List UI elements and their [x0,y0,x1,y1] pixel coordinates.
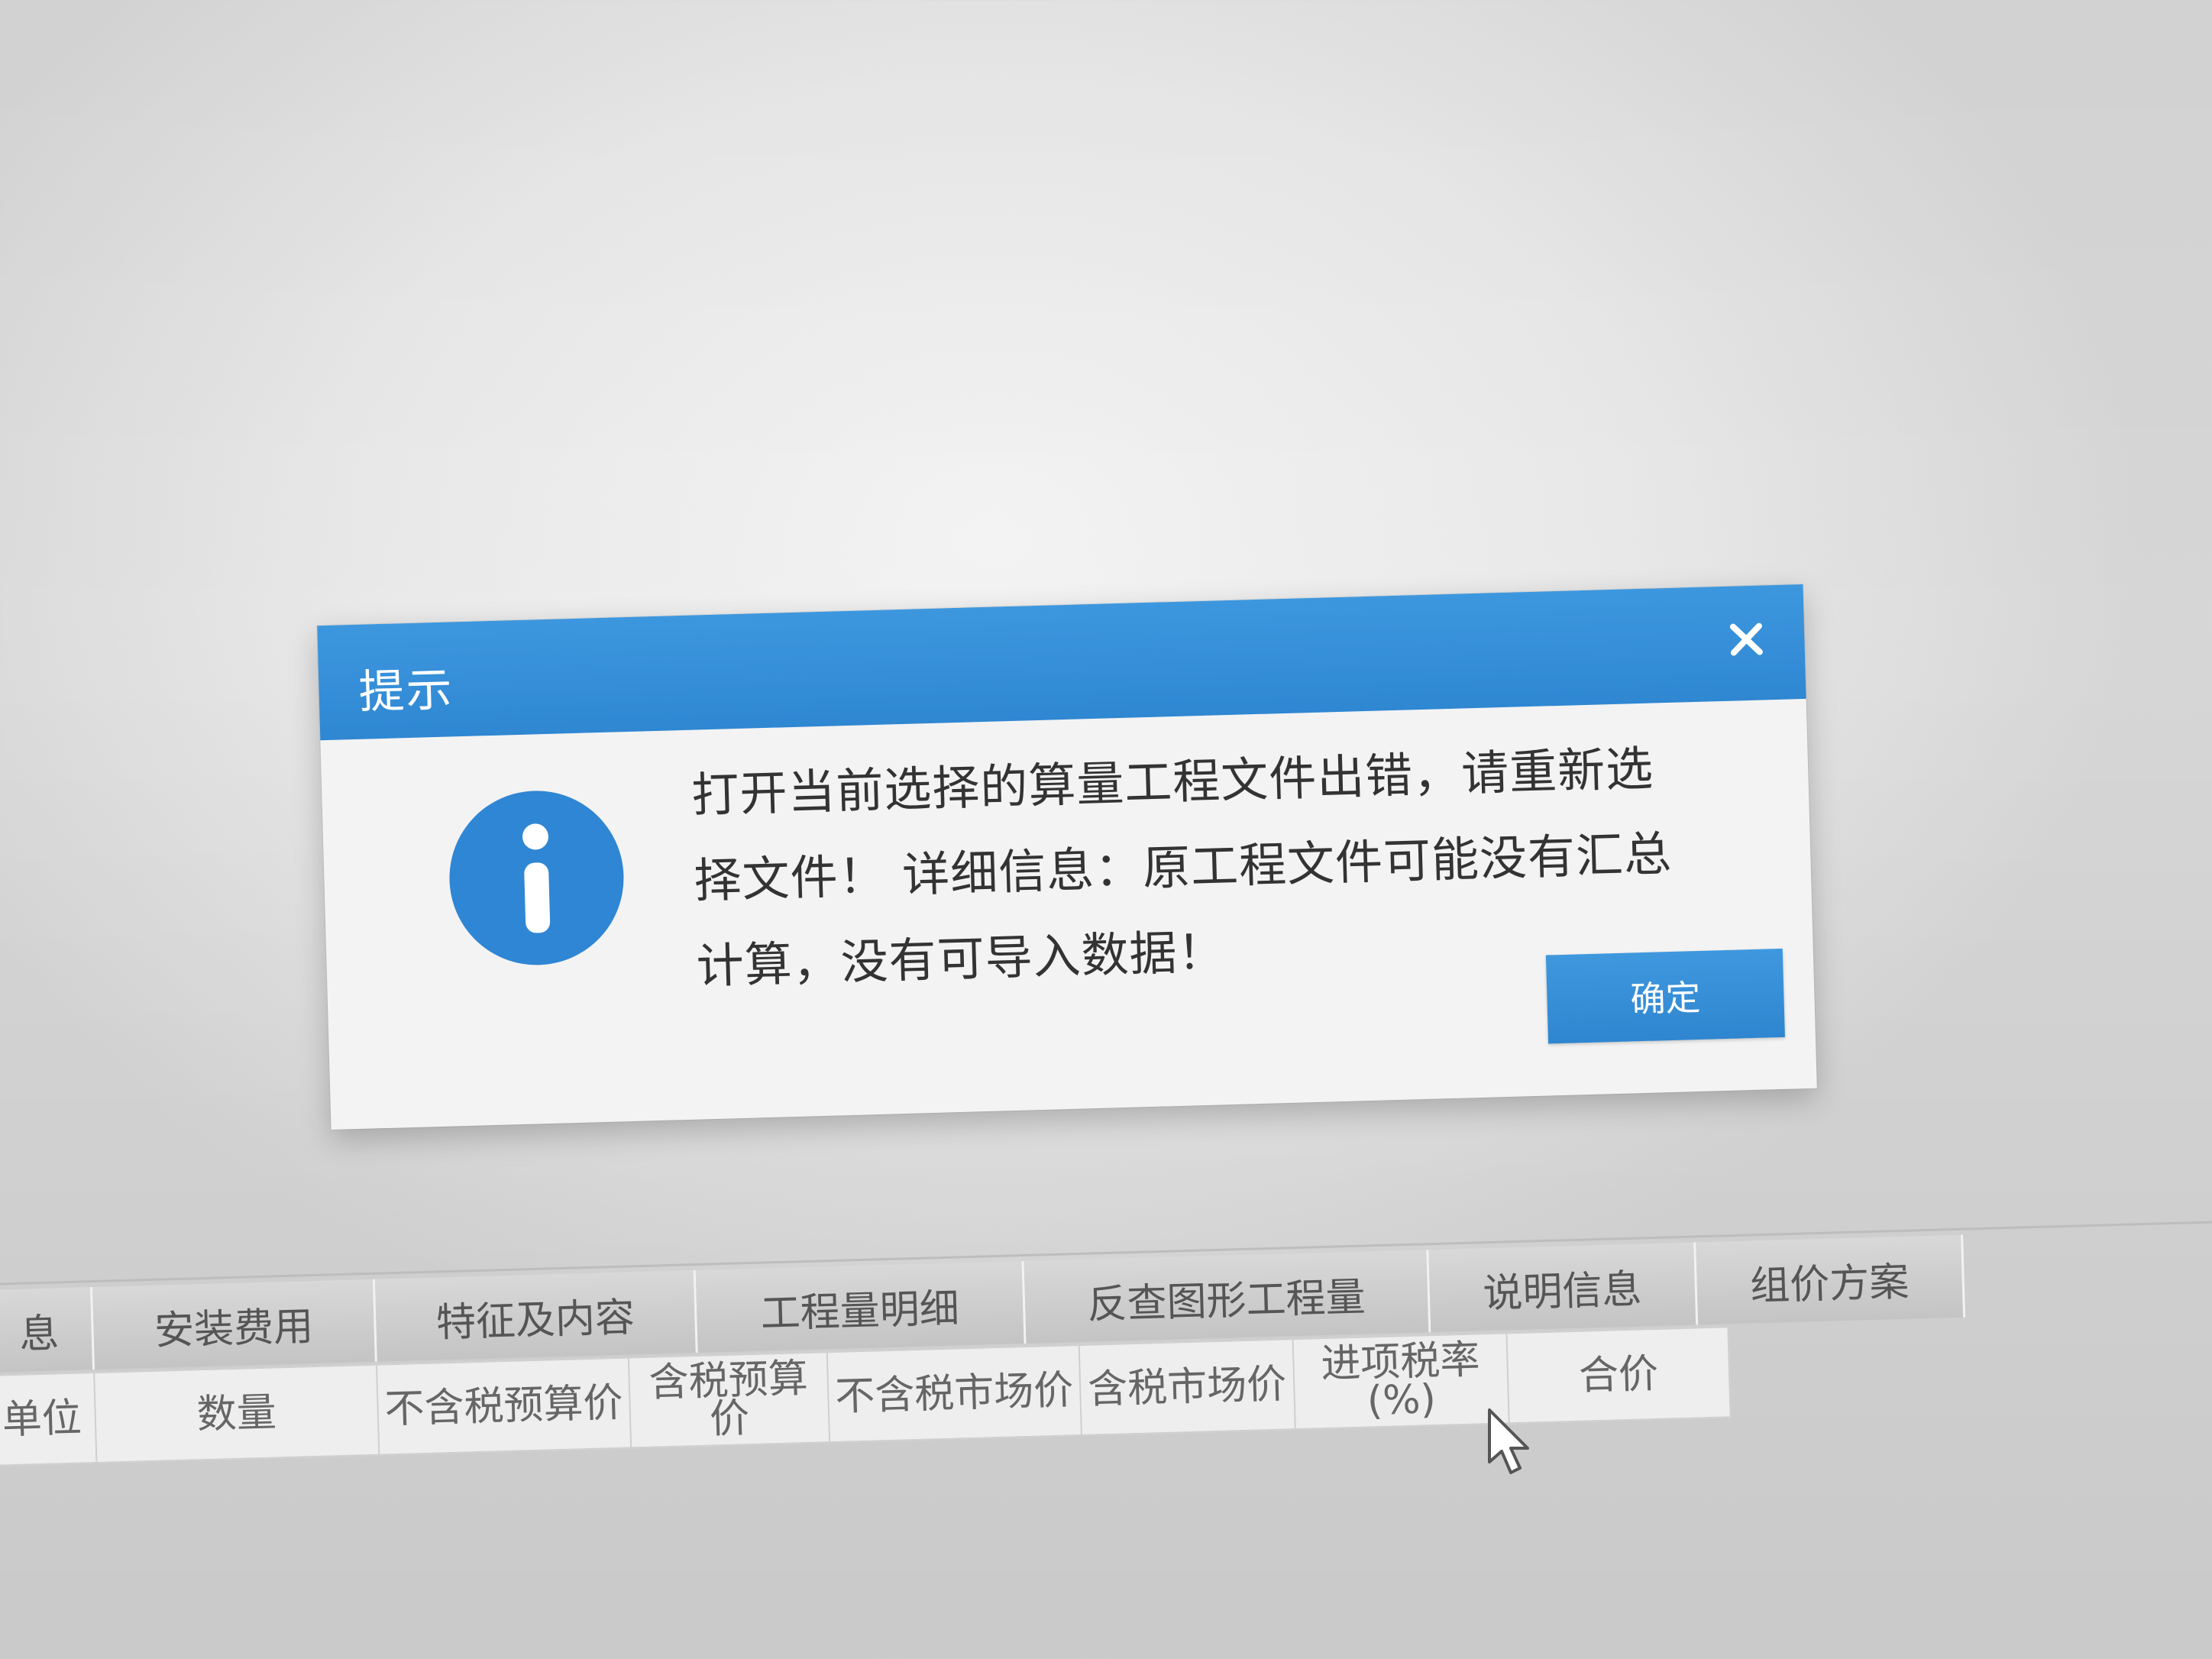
close-button[interactable] [1715,608,1777,671]
tab-pricing-plan[interactable]: 组价方案 [1696,1234,1966,1325]
tab-reverse-lookup[interactable]: 反查图形工程量 [1024,1250,1431,1344]
dialog-titlebar[interactable]: 提示 [317,584,1806,741]
column-header-pretax-budget-price[interactable]: 不含税预算价 [377,1358,632,1454]
dialog-message: 打开当前选择的算量工程文件出错，请重新选择文件！ 详细信息：原工程文件可能没有汇… [690,740,1673,994]
dialog-title: 提示 [357,663,454,720]
tab-install-fee[interactable]: 安装费用 [92,1279,377,1370]
column-header-input-tax-rate[interactable]: 进项税率(%) [1293,1334,1510,1429]
message-dialog: 提示 打开当前选择的算量工程文件出错，请重新选择文件！ 详细信息：原工程文件可能… [317,584,1817,1130]
column-header-quantity[interactable]: 数量 [95,1365,380,1462]
column-header-unit[interactable]: 单位 [0,1373,98,1465]
bottom-panel: 息 安装费用 特征及内容 工程量明细 反查图形工程量 说明信息 组价方案 单位 … [0,1197,2212,1489]
tab-features[interactable]: 特征及内容 [374,1270,698,1362]
close-icon [1729,623,1763,656]
mouse-cursor-icon [1488,1408,1529,1474]
tab-description[interactable]: 说明信息 [1428,1242,1699,1333]
tab-quantity-detail[interactable]: 工程量明细 [695,1261,1027,1353]
tab-info[interactable]: 息 [0,1287,95,1373]
column-header-total-price[interactable]: 合价 [1507,1328,1732,1423]
info-icon [449,791,624,965]
column-header-taxed-budget-price[interactable]: 含税预算价 [629,1353,831,1447]
column-header-pretax-market-price[interactable]: 不含税市场价 [827,1346,1082,1442]
ok-button[interactable]: 确定 [1545,948,1785,1044]
column-header-taxed-market-price[interactable]: 含税市场价 [1079,1340,1296,1434]
